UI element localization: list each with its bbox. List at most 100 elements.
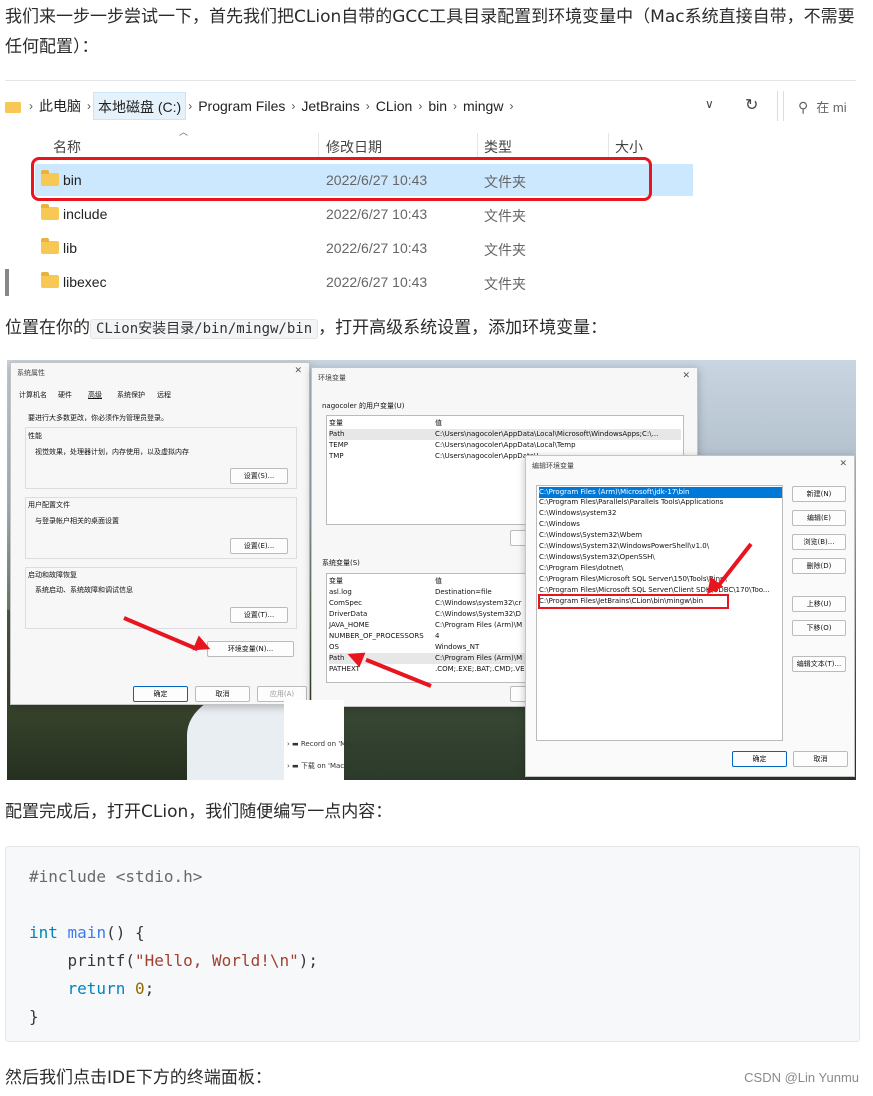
- settings-startup-button[interactable]: 设置(T)...: [230, 607, 288, 623]
- refresh-icon[interactable]: ↻: [745, 95, 758, 115]
- tab-hardware[interactable]: 硬件: [58, 390, 72, 400]
- breadcrumb-item[interactable]: 本地磁盘 (C:): [93, 92, 187, 120]
- move-up-button[interactable]: 上移(U): [792, 596, 846, 612]
- env-vars-button[interactable]: 环境变量(N)...: [207, 641, 294, 657]
- list-item[interactable]: C:\Windows\System32\OpenSSH\: [539, 552, 655, 563]
- breadcrumb-item[interactable]: bin: [424, 92, 451, 120]
- address-bar: › 此电脑 › 本地磁盘 (C:) › Program Files › JetB…: [5, 91, 856, 121]
- move-down-button[interactable]: 下移(O): [792, 620, 846, 636]
- list-item[interactable]: C:\Windows\System32\Wbem: [539, 530, 642, 541]
- edit-text-button[interactable]: 编辑文本(T)...: [792, 656, 846, 672]
- var-name: PATHEXT: [329, 665, 360, 673]
- list-item[interactable]: C:\Windows\system32: [539, 508, 616, 519]
- var-value: C:\Program Files (Arm)\M: [435, 621, 523, 629]
- file-type: 文件夹: [484, 242, 526, 258]
- search-icon: ⚲: [798, 99, 809, 115]
- delete-entry-button[interactable]: 删除(D): [792, 558, 846, 574]
- list-item[interactable]: C:\Program Files\dotnet\: [539, 563, 623, 574]
- ok-button[interactable]: 确定: [133, 686, 188, 702]
- var-name: DriverData: [329, 610, 368, 618]
- ok-button[interactable]: 确定: [732, 751, 787, 767]
- tab-advanced[interactable]: 高级: [88, 390, 102, 400]
- list-item[interactable]: C:\Program Files\Parallels\Parallels Too…: [539, 497, 723, 508]
- list-item[interactable]: C:\Program Files\Microsoft SQL Server\15…: [539, 574, 727, 585]
- code-block: #include <stdio.h> int main() { printf("…: [5, 846, 860, 1042]
- edit-entry-button[interactable]: 编辑(E): [792, 510, 846, 526]
- list-item[interactable]: C:\Windows\System32\WindowsPowerShell\v1…: [539, 541, 709, 552]
- file-name: libexec: [63, 274, 107, 290]
- file-date: 2022/6/27 10:43: [326, 274, 428, 290]
- tree-item-label: Record on 'Ma: [300, 740, 351, 748]
- var-value: C:\Program Files (Arm)\M: [435, 654, 523, 662]
- breadcrumb-item[interactable]: mingw: [459, 92, 507, 120]
- column-type[interactable]: 类型: [484, 137, 512, 157]
- var-value: C:\Users\nagocoler\AppData\Local\Microso…: [435, 430, 659, 438]
- table-row[interactable]: libexec 2022/6/27 10:43 文件夹: [35, 266, 693, 296]
- list-item[interactable]: TEMP C:\Users\nagocoler\AppData\Local\Tem…: [329, 440, 681, 451]
- close-icon[interactable]: ✕: [294, 366, 302, 376]
- scrollbar[interactable]: [5, 269, 9, 296]
- search-placeholder: 在 mi: [816, 100, 847, 115]
- startup-title: 启动和故障恢复: [28, 571, 77, 579]
- after-config-paragraph: 配置完成后，打开CLion，我们随便编写一点内容：: [5, 802, 393, 822]
- code-text: );: [298, 951, 318, 970]
- file-type: 文件夹: [484, 208, 526, 224]
- code-text: (: [125, 951, 135, 970]
- path-entries-list[interactable]: C:\Program Files (Arm)\Microsoft\jdk-17\…: [536, 485, 783, 741]
- tab-system-protection[interactable]: 系统保护: [117, 390, 145, 400]
- breadcrumb-item[interactable]: Program Files: [194, 92, 289, 120]
- new-entry-button[interactable]: 新建(N): [792, 486, 846, 502]
- column-divider[interactable]: [608, 133, 609, 157]
- code-text: () {: [106, 923, 145, 942]
- var-value: C:\Windows\system32\cr: [435, 599, 522, 607]
- var-name: TMP: [329, 452, 344, 460]
- cancel-button[interactable]: 取消: [195, 686, 250, 702]
- column-divider[interactable]: [318, 133, 319, 157]
- chevron-down-icon[interactable]: ∨: [705, 97, 714, 111]
- dialog-title: 编辑环境变量: [532, 462, 574, 470]
- table-row[interactable]: include 2022/6/27 10:43 文件夹: [35, 198, 693, 230]
- breadcrumb[interactable]: › 此电脑 › 本地磁盘 (C:) › Program Files › JetB…: [5, 91, 778, 121]
- settings-profile-button[interactable]: 设置(E)...: [230, 538, 288, 554]
- chevron-right-icon: ›: [29, 99, 33, 113]
- location-suffix: ，打开高级系统设置，添加环境变量：: [318, 318, 608, 338]
- col-var-header: 变量: [329, 419, 343, 427]
- list-item[interactable]: C:\Windows: [539, 519, 580, 530]
- var-name: OS: [329, 643, 339, 651]
- breadcrumb-item[interactable]: 此电脑: [35, 92, 85, 120]
- file-date: 2022/6/27 10:43: [326, 206, 428, 222]
- close-icon[interactable]: ✕: [682, 371, 690, 381]
- chevron-right-icon: ›: [509, 99, 514, 113]
- list-item[interactable]: Path C:\Users\nagocoler\AppData\Local\Mic…: [329, 429, 681, 440]
- code-number: 0: [134, 979, 145, 998]
- col-val-header: 值: [435, 419, 442, 427]
- column-name[interactable]: 名称: [53, 137, 81, 157]
- var-name: ComSpec: [329, 599, 363, 607]
- tree-item[interactable]: › ▬ 下载 on 'Mac' (: [287, 761, 351, 771]
- tab-remote[interactable]: 远程: [157, 390, 171, 400]
- breadcrumb-item[interactable]: CLion: [372, 92, 417, 120]
- search-input[interactable]: ⚲ 在 mi: [783, 91, 856, 121]
- tab-computer-name[interactable]: 计算机名: [19, 390, 47, 400]
- close-icon[interactable]: ✕: [839, 459, 847, 469]
- user-profile-title: 用户配置文件: [28, 501, 70, 509]
- var-name: JAVA_HOME: [329, 621, 370, 629]
- column-divider[interactable]: [477, 133, 478, 157]
- code-keyword: int: [29, 923, 58, 942]
- breadcrumb-item[interactable]: JetBrains: [297, 92, 363, 120]
- var-name: TEMP: [329, 441, 348, 449]
- var-value: 4: [435, 632, 440, 640]
- column-date[interactable]: 修改日期: [326, 137, 382, 157]
- chevron-right-icon: ›: [87, 99, 91, 113]
- file-type: 文件夹: [484, 276, 526, 292]
- location-paragraph: 位置在你的 CLion安装目录/bin/mingw/bin ，打开高级系统设置，添加…: [5, 313, 861, 344]
- tree-item[interactable]: › ▬ Record on 'Ma: [287, 740, 350, 748]
- settings-performance-button[interactable]: 设置(S)...: [230, 468, 288, 484]
- table-row[interactable]: lib 2022/6/27 10:43 文件夹: [35, 232, 693, 264]
- column-size[interactable]: 大小: [615, 137, 643, 157]
- cancel-button[interactable]: 取消: [793, 751, 848, 767]
- code-include: #include <stdio.h>: [29, 867, 203, 886]
- browse-button[interactable]: 浏览(B)...: [792, 534, 846, 550]
- column-header: ︿ 名称 修改日期 类型 大小: [5, 127, 695, 157]
- location-prefix: 位置在你的: [5, 318, 90, 338]
